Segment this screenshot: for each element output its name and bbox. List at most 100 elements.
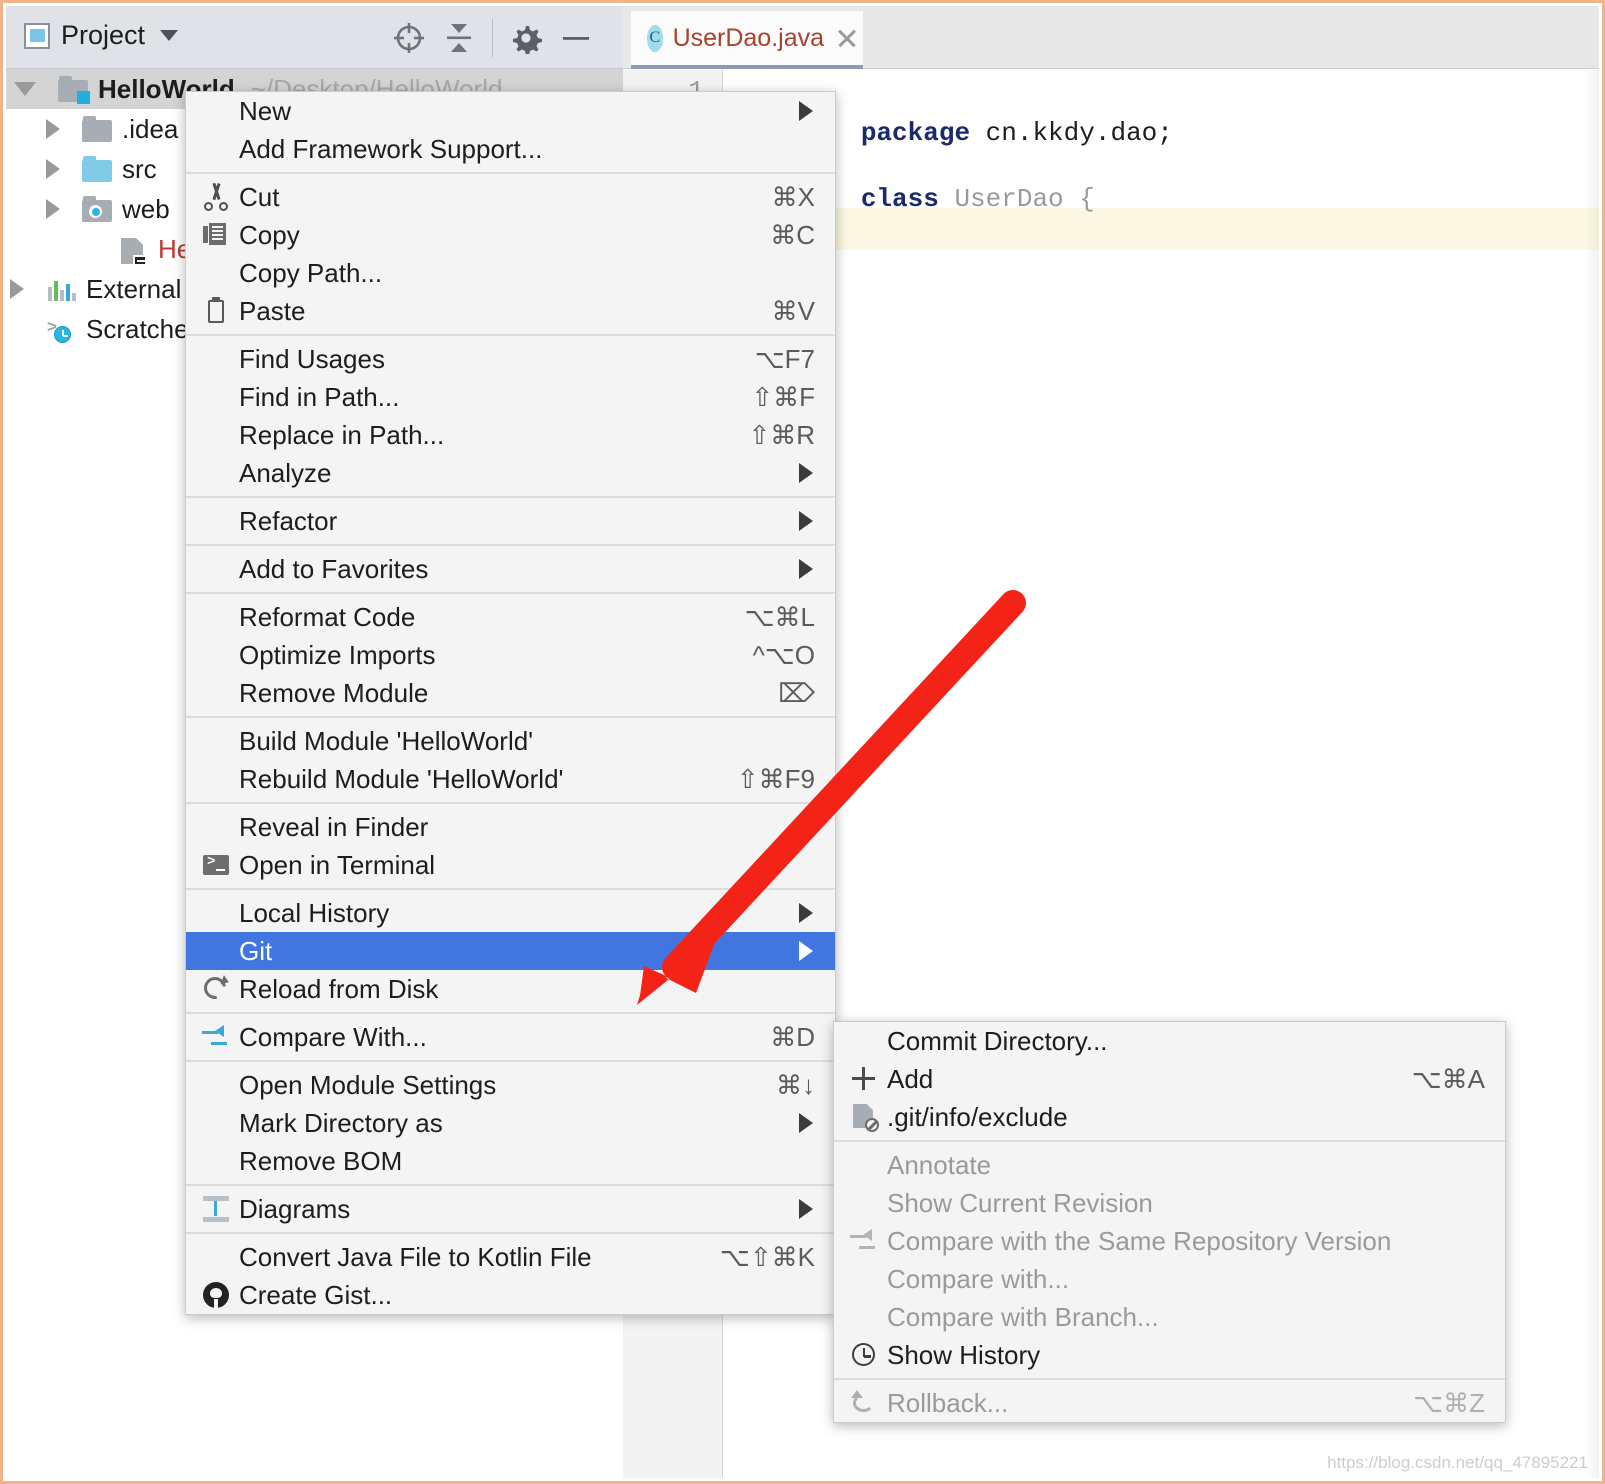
expand-arrow-icon[interactable] [14, 82, 36, 96]
menu-item-git-compare-with: Compare with... [887, 1263, 1070, 1294]
menu-separator [834, 1140, 1505, 1142]
menu-item-find-usages[interactable]: Find Usages ⌥F7 [186, 340, 835, 378]
collapse-all-icon[interactable] [434, 15, 484, 61]
gear-icon[interactable] [501, 15, 551, 61]
menu-separator [834, 1378, 1505, 1380]
project-title: Project [61, 20, 146, 50]
menu-separator [186, 1184, 835, 1186]
libraries-icon [46, 276, 76, 302]
git-submenu[interactable]: Commit Directory... Add ⌥⌘A .git/info/ex… [833, 1021, 1506, 1423]
menu-item-add-framework-support[interactable]: Add Framework Support... [186, 130, 835, 168]
menu-separator [186, 1060, 835, 1062]
menu-separator [186, 1012, 835, 1014]
menu-item-analyze[interactable]: Analyze [186, 454, 835, 492]
web-folder-icon [82, 196, 112, 222]
menu-item-replace-in-path[interactable]: Replace in Path... ⇧⌘R [186, 416, 835, 454]
project-toolbar-actions [384, 15, 601, 61]
compare-icon [202, 1023, 230, 1051]
ide-window: Project HelloWorld ~/Desktop/HelloWorld … [0, 0, 1605, 1484]
menu-separator [186, 544, 835, 546]
submenu-arrow-icon [799, 1113, 813, 1133]
menu-separator [186, 1232, 835, 1234]
tree-item-label: src [122, 153, 157, 184]
tree-item-label: .idea [122, 113, 179, 144]
submenu-arrow-icon [799, 463, 813, 483]
menu-item-create-gist[interactable]: Create Gist... [186, 1276, 835, 1314]
menu-item-open-module-settings[interactable]: Open Module Settings ⌘↓ [186, 1066, 835, 1104]
exclude-file-icon [850, 1103, 879, 1132]
editor-tab-bar: C UserDao.java [623, 6, 1599, 69]
class-declaration: UserDao { [938, 184, 1095, 214]
menu-item-remove-module[interactable]: Remove Module ⌦ [186, 674, 835, 712]
submenu-arrow-icon [799, 101, 813, 121]
tree-item-label: Scratche [86, 313, 189, 344]
plus-icon [850, 1065, 878, 1093]
menu-separator [186, 334, 835, 336]
menu-item-compare-same-repository-version: Compare with the Same Repository Version [834, 1222, 1505, 1260]
expand-arrow-icon[interactable] [46, 199, 60, 219]
menu-separator [186, 716, 835, 718]
source-folder-icon [82, 156, 112, 182]
menu-item-cut[interactable]: Cut ⌘X [186, 178, 835, 216]
menu-separator [186, 888, 835, 890]
github-icon [202, 1281, 230, 1309]
menu-item-annotate: Annotate [887, 1149, 992, 1180]
menu-item-copy[interactable]: Copy ⌘C [186, 216, 835, 254]
menu-item-copy-path[interactable]: Copy Path... [186, 254, 835, 292]
menu-item-rollback: Rollback... ⌥⌘Z [834, 1384, 1505, 1422]
menu-item-commit-directory[interactable]: Commit Directory... [834, 1022, 1505, 1060]
module-folder-icon [58, 76, 90, 104]
menu-item-refactor[interactable]: Refactor [186, 502, 835, 540]
menu-item-compare-with-branch: Compare with Branch... [887, 1301, 1159, 1332]
clock-icon [850, 1341, 878, 1369]
menu-item-paste[interactable]: Paste ⌘V [186, 292, 835, 330]
reload-icon [199, 972, 231, 1004]
menu-item-compare-with[interactable]: Compare With... ⌘D [186, 1018, 835, 1056]
scratches-icon: > [46, 316, 76, 343]
java-class-icon: C [647, 24, 663, 52]
menu-item-find-in-path[interactable]: Find in Path... ⇧⌘F [186, 378, 835, 416]
menu-item-optimize-imports[interactable]: Optimize Imports ^⌥O [186, 636, 835, 674]
menu-item-mark-directory-as[interactable]: Mark Directory as [186, 1104, 835, 1142]
menu-item-reload-from-disk[interactable]: Reload from Disk [186, 970, 835, 1008]
copy-icon [202, 221, 230, 249]
menu-item-git-info-exclude[interactable]: .git/info/exclude [834, 1098, 1505, 1136]
tree-item-label: web [122, 193, 170, 224]
minimize-icon[interactable] [551, 15, 601, 61]
rollback-icon [850, 1389, 878, 1417]
menu-item-rebuild-module[interactable]: Rebuild Module 'HelloWorld' ⇧⌘F9 [186, 760, 835, 798]
close-icon[interactable] [834, 25, 849, 51]
menu-separator [186, 172, 835, 174]
menu-separator [186, 802, 835, 804]
menu-item-reveal-in-finder[interactable]: Reveal in Finder [186, 808, 835, 846]
menu-item-git[interactable]: Git [186, 932, 835, 970]
project-toolbar: Project [6, 6, 623, 69]
expand-arrow-icon[interactable] [46, 159, 60, 179]
menu-item-show-history[interactable]: Show History [834, 1336, 1505, 1374]
menu-item-convert-java-to-kotlin[interactable]: Convert Java File to Kotlin File ⌥⇧⌘K [186, 1238, 835, 1276]
project-context-menu[interactable]: New Add Framework Support... Cut ⌘X Copy… [185, 91, 836, 1315]
project-tool-window-header[interactable]: Project [24, 20, 179, 51]
menu-item-show-current-revision: Show Current Revision [887, 1187, 1153, 1218]
submenu-arrow-icon [799, 941, 813, 961]
menu-item-build-module[interactable]: Build Module 'HelloWorld' [186, 722, 835, 760]
locate-target-icon[interactable] [384, 15, 434, 61]
menu-item-new[interactable]: New [186, 92, 835, 130]
menu-item-git-add[interactable]: Add ⌥⌘A [834, 1060, 1505, 1098]
expand-arrow-icon[interactable] [46, 119, 60, 139]
submenu-arrow-icon [799, 903, 813, 923]
tab-label: UserDao.java [672, 23, 825, 52]
menu-item-reformat-code[interactable]: Reformat Code ⌥⌘L [186, 598, 835, 636]
menu-item-open-in-terminal[interactable]: Open in Terminal [186, 846, 835, 884]
chevron-down-icon[interactable] [160, 30, 179, 41]
menu-item-diagrams[interactable]: Diagrams [186, 1190, 835, 1228]
menu-item-local-history[interactable]: Local History [186, 894, 835, 932]
toolbar-divider [492, 19, 493, 57]
tab-userdao-java[interactable]: C UserDao.java [631, 11, 863, 69]
submenu-arrow-icon [799, 559, 813, 579]
expand-arrow-icon[interactable] [10, 279, 24, 299]
iml-file-icon [118, 236, 148, 266]
menu-item-remove-bom[interactable]: Remove BOM [186, 1142, 835, 1180]
keyword-class: class [860, 184, 939, 214]
menu-item-add-to-favorites[interactable]: Add to Favorites [186, 550, 835, 588]
